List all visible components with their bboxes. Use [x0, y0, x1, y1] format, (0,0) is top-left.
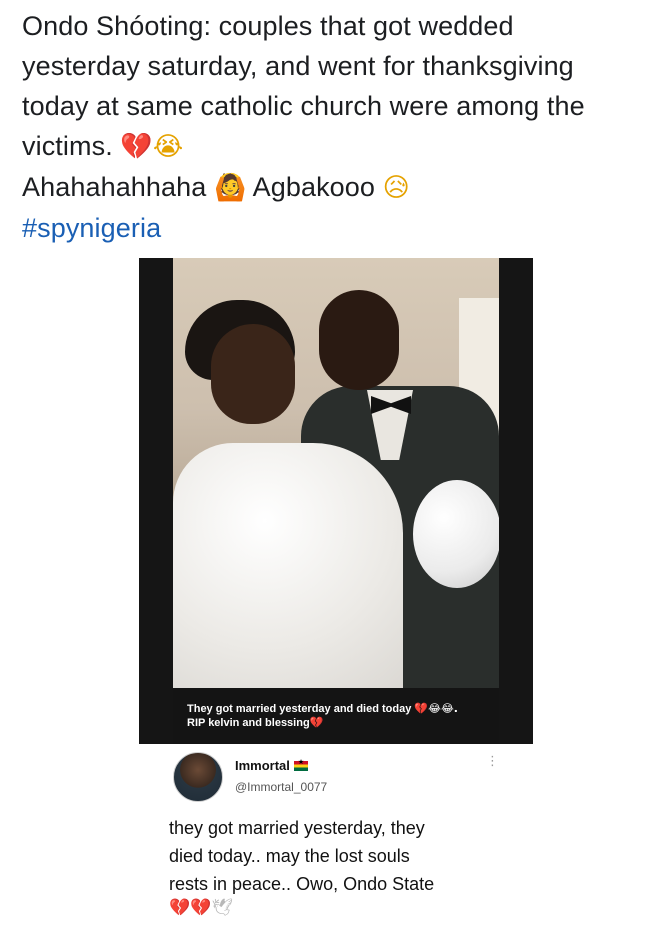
post-line-5-a: Ahahahahhaha	[22, 172, 207, 202]
crying-face-emoji: 😭	[152, 132, 184, 162]
bouquet	[413, 480, 499, 588]
more-options-icon[interactable]: ⋮	[486, 755, 499, 768]
photo-caption-line-1-text: They got married yesterday and died toda…	[187, 703, 412, 715]
hashtag-link[interactable]: #spynigeria	[22, 208, 662, 248]
post-line-2: yesterday saturday, and went for thanksg…	[22, 51, 574, 81]
post-photo[interactable]: They got married yesterday and died toda…	[139, 258, 533, 744]
post-text: Ondo Shóoting: couples that got wedded y…	[22, 6, 662, 248]
photo-caption-line-1: They got married yesterday and died toda…	[187, 702, 507, 716]
photo-caption: They got married yesterday and died toda…	[187, 702, 507, 730]
post-line-3: today at same catholic church were among…	[22, 91, 585, 121]
wedding-photo-scene	[173, 258, 499, 688]
tweet-body-line-3: rests in peace.. Owo, Ondo State	[169, 874, 435, 894]
tweet-handle[interactable]: @Immortal_0077	[235, 780, 327, 794]
photo-caption-emojis-1: 💔😂😂.	[414, 702, 458, 715]
post-line-5-b: Agbakooo	[252, 172, 376, 202]
tweet-author[interactable]: Immortal	[235, 758, 308, 773]
post-line-5: Ahahahahhaha 🙆 Agbakooo 😥	[22, 167, 662, 208]
broken-hearts-emoji: 💔💔	[169, 898, 212, 918]
tweet-body: they got married yesterday, they died to…	[169, 814, 519, 898]
person-gesturing-emoji: 🙆	[214, 173, 247, 203]
embedded-tweet[interactable]: Immortal @Immortal_0077 ⋮ they got marri…	[139, 744, 533, 930]
tweet-author-name: Immortal	[235, 758, 290, 773]
bride-dress	[173, 443, 403, 688]
post-line-4-text: victims.	[22, 131, 113, 161]
avatar[interactable]	[173, 752, 223, 802]
photo-caption-emojis-2: 💔	[309, 716, 324, 729]
groom-head	[319, 290, 399, 390]
tweet-body-line-1: they got married yesterday, they	[169, 818, 425, 838]
ghana-flag-icon	[293, 758, 308, 771]
post-line-1: Ondo Shóoting: couples that got wedded	[22, 11, 514, 41]
broken-heart-emoji: 💔	[120, 132, 153, 162]
post-line-4: victims. 💔😭	[22, 126, 662, 167]
tweet-emojis: 💔💔🕊	[169, 898, 233, 918]
tweet-body-line-2: died today.. may the lost souls	[169, 846, 410, 866]
photo-caption-line-2: RIP kelvin and blessing💔	[187, 716, 507, 730]
photo-caption-line-2-text: RIP kelvin and blessing	[187, 717, 310, 729]
sad-face-emoji: 😥	[382, 173, 410, 203]
dove-icon: 🕊	[211, 898, 233, 918]
bride-face	[211, 324, 295, 424]
